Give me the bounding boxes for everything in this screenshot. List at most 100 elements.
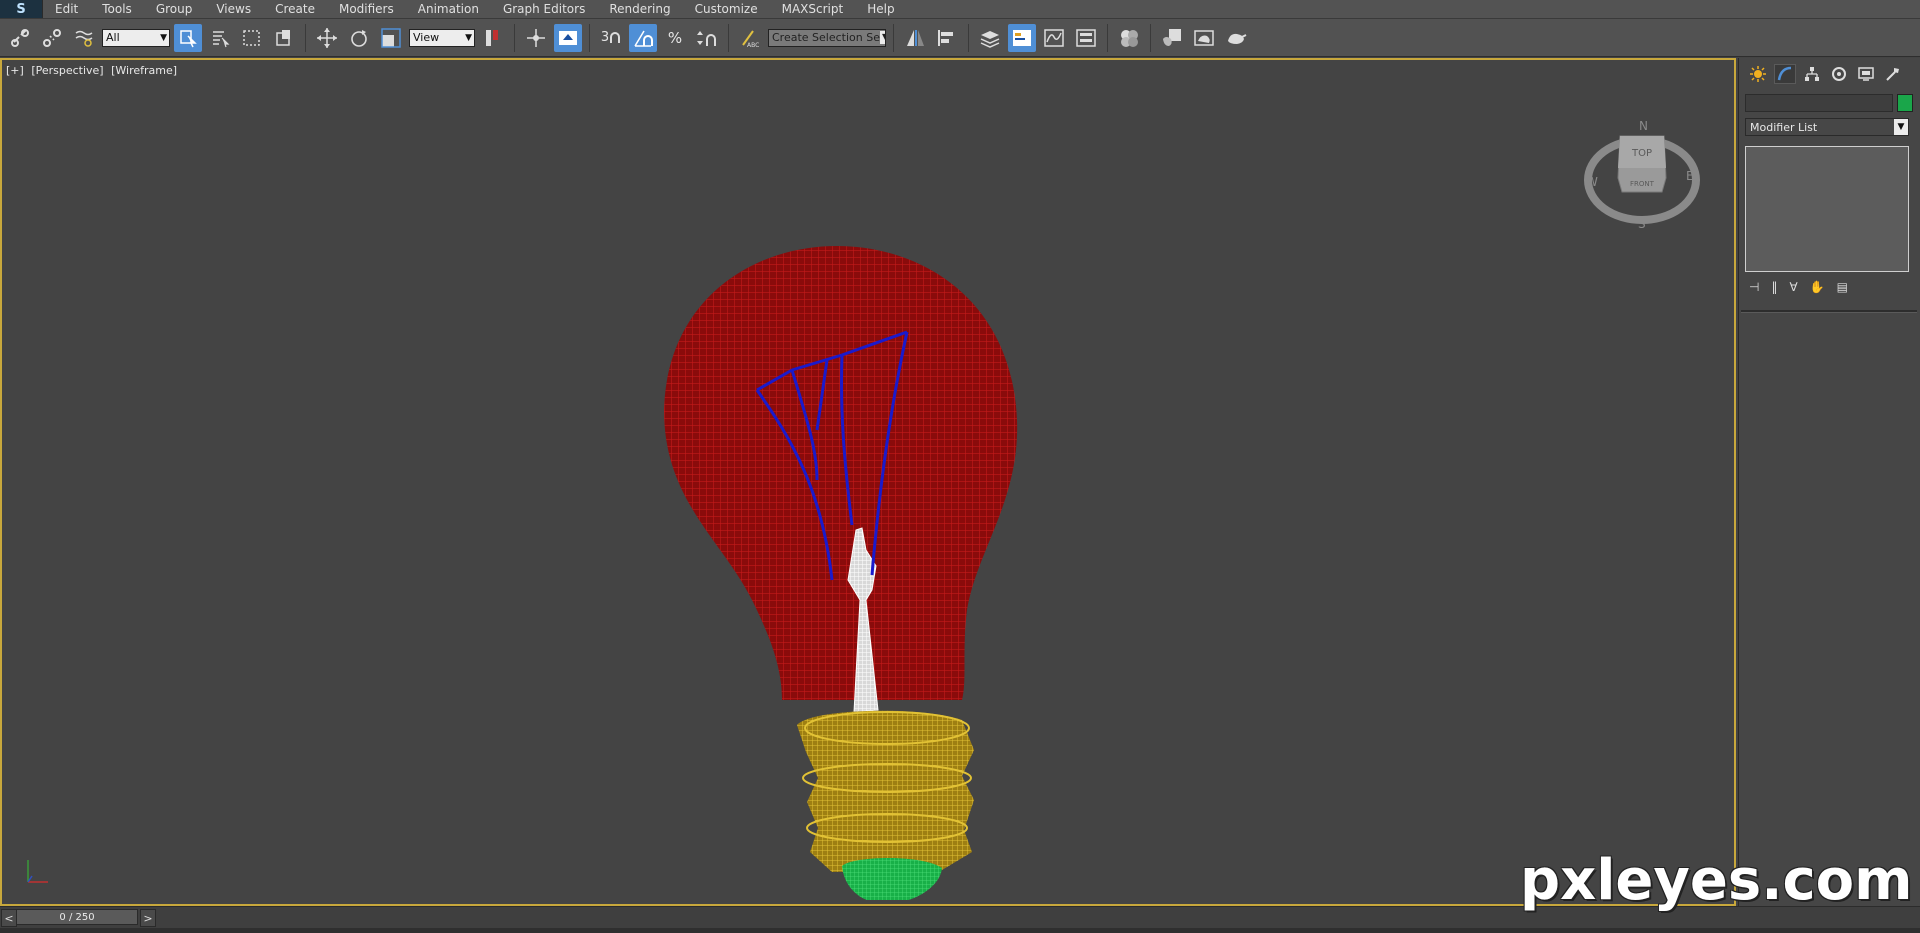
material-editor-icon[interactable] xyxy=(1115,24,1143,52)
edit-named-selection-icon[interactable]: ABC xyxy=(736,24,764,52)
toolbar-separator xyxy=(514,23,515,52)
modify-tab-icon[interactable] xyxy=(1774,64,1796,84)
display-tab-icon[interactable] xyxy=(1855,64,1877,84)
configure-modifier-sets-icon[interactable]: ▤ xyxy=(1837,280,1848,294)
schematic-view-icon[interactable] xyxy=(1072,24,1100,52)
menu-maxscript[interactable]: MAXScript xyxy=(770,2,856,16)
snap-dimension-label: 3 xyxy=(600,30,610,45)
menu-tools[interactable]: Tools xyxy=(90,2,144,16)
menu-rendering[interactable]: Rendering xyxy=(597,2,682,16)
menu-help[interactable]: Help xyxy=(855,2,906,16)
chevron-down-icon: ▼ xyxy=(465,32,472,43)
bulb-screw-base[interactable] xyxy=(797,710,974,872)
main-toolbar: All ▼ View ▼ 3 % ABC Create Selection Se xyxy=(0,19,1920,57)
named-selection-sets-dropdown[interactable]: Create Selection Se▼ xyxy=(768,28,886,47)
command-panel-tabs xyxy=(1739,58,1920,90)
remove-modifier-icon[interactable]: ✋ xyxy=(1810,280,1825,294)
select-object-icon[interactable] xyxy=(174,23,202,52)
app-logo-icon: S xyxy=(16,1,26,17)
object-color-swatch[interactable] xyxy=(1897,94,1913,112)
track-bar[interactable] xyxy=(0,928,1920,933)
menu-edit[interactable]: Edit xyxy=(43,2,90,16)
viewcube-top-label: TOP xyxy=(1631,148,1652,159)
toolbar-separator xyxy=(1107,23,1108,52)
create-tab-icon[interactable] xyxy=(1747,64,1769,84)
pxleyes-watermark: pxleyes.com xyxy=(1520,848,1913,913)
menu-create[interactable]: Create xyxy=(263,2,327,16)
toolbar-separator xyxy=(728,23,729,52)
modifier-list-label: Modifier List xyxy=(1750,120,1818,134)
unlink-icon[interactable] xyxy=(38,24,66,52)
lightbulb-wireframe-model[interactable] xyxy=(622,180,1042,900)
hierarchy-tab-icon[interactable] xyxy=(1801,64,1823,84)
time-slider-next-button[interactable]: > xyxy=(140,909,156,927)
snaps-toggle-icon[interactable]: 3 xyxy=(597,24,625,52)
chevron-down-icon: ▼ xyxy=(1894,119,1908,135)
select-by-name-icon[interactable] xyxy=(206,24,234,52)
menu-modifiers[interactable]: Modifiers xyxy=(327,2,406,16)
mirror-icon[interactable] xyxy=(901,24,929,52)
command-panel: Modifier List ▼ ⊣ ‖ ∀ ✋ ▤ xyxy=(1738,58,1920,932)
keyboard-shortcut-override-icon[interactable] xyxy=(554,23,582,52)
command-panel-divider xyxy=(1741,310,1917,313)
object-name-field[interactable] xyxy=(1745,94,1893,112)
toolbar-separator xyxy=(968,23,969,52)
render-production-icon[interactable] xyxy=(1222,24,1250,52)
application-button[interactable]: S xyxy=(0,0,43,18)
chevron-down-icon: ▼ xyxy=(880,31,885,44)
align-icon[interactable] xyxy=(933,24,961,52)
select-manipulate-icon[interactable] xyxy=(522,24,550,52)
time-slider-handle[interactable]: 0 / 250 xyxy=(16,909,138,925)
render-setup-icon[interactable] xyxy=(1158,24,1186,52)
perspective-viewport[interactable]: [+] [Perspective] [Wireframe] W E S N TO… xyxy=(0,58,1736,906)
rendered-frame-window-icon[interactable] xyxy=(1190,24,1218,52)
bulb-glass-mesh[interactable] xyxy=(664,246,1018,700)
modifier-stack-tools: ⊣ ‖ ∀ ✋ ▤ xyxy=(1749,280,1913,294)
viewport-point-of-view[interactable]: [Perspective] xyxy=(31,64,103,77)
selection-filter-dropdown[interactable]: All ▼ xyxy=(102,28,170,47)
toolbar-separator xyxy=(1150,23,1151,52)
reference-coordinate-dropdown[interactable]: View ▼ xyxy=(409,28,475,47)
time-slider-previous-button[interactable]: < xyxy=(1,909,17,927)
utilities-tab-icon[interactable] xyxy=(1882,64,1904,84)
rectangular-selection-region-icon[interactable] xyxy=(238,24,266,52)
menu-group[interactable]: Group xyxy=(144,2,205,16)
compass-west-label: W xyxy=(1586,175,1598,189)
viewcube[interactable]: W E S N TOP FRONT xyxy=(1582,118,1702,238)
menu-graph-editors[interactable]: Graph Editors xyxy=(491,2,597,16)
layer-manager-icon[interactable] xyxy=(976,24,1004,52)
bulb-contact-tip[interactable] xyxy=(842,858,942,900)
menu-customize[interactable]: Customize xyxy=(683,2,770,16)
link-icon[interactable] xyxy=(6,24,34,52)
scale-icon[interactable] xyxy=(377,24,405,52)
pivot-center-icon[interactable] xyxy=(479,24,507,52)
viewport-menu-plus[interactable]: [+] xyxy=(6,64,24,77)
viewport-label[interactable]: [+] [Perspective] [Wireframe] xyxy=(6,64,181,77)
menu-animation[interactable]: Animation xyxy=(406,2,491,16)
make-unique-icon[interactable]: ∀ xyxy=(1789,280,1797,294)
pin-stack-icon[interactable]: ⊣ xyxy=(1749,280,1759,294)
toolbar-separator xyxy=(589,23,590,52)
viewport-shading-mode[interactable]: [Wireframe] xyxy=(111,64,177,77)
window-crossing-icon[interactable] xyxy=(270,24,298,52)
compass-east-label: E xyxy=(1686,169,1694,183)
spinner-snap-icon[interactable] xyxy=(693,24,721,52)
menu-views[interactable]: Views xyxy=(204,2,263,16)
move-icon[interactable] xyxy=(313,24,341,52)
named-selection-placeholder: Create Selection Se xyxy=(772,31,880,44)
bind-space-warp-icon[interactable] xyxy=(70,24,98,52)
motion-tab-icon[interactable] xyxy=(1828,64,1850,84)
show-end-result-icon[interactable]: ‖ xyxy=(1771,280,1777,294)
curve-editor-icon[interactable] xyxy=(1040,24,1068,52)
scene-explorer-icon[interactable] xyxy=(1008,23,1036,52)
chevron-down-icon: ▼ xyxy=(160,32,167,43)
modifier-list-dropdown[interactable]: Modifier List ▼ xyxy=(1745,118,1909,136)
toolbar-separator xyxy=(893,23,894,52)
angle-snap-icon[interactable] xyxy=(629,23,657,52)
modifier-stack-list[interactable] xyxy=(1745,146,1909,272)
rotate-icon[interactable] xyxy=(345,24,373,52)
menu-bar: S Edit Tools Group Views Create Modifier… xyxy=(0,0,1920,19)
viewcube-front-label: FRONT xyxy=(1630,180,1655,188)
percent-snap-icon[interactable]: % xyxy=(661,24,689,52)
percent-symbol-icon: % xyxy=(667,28,683,47)
